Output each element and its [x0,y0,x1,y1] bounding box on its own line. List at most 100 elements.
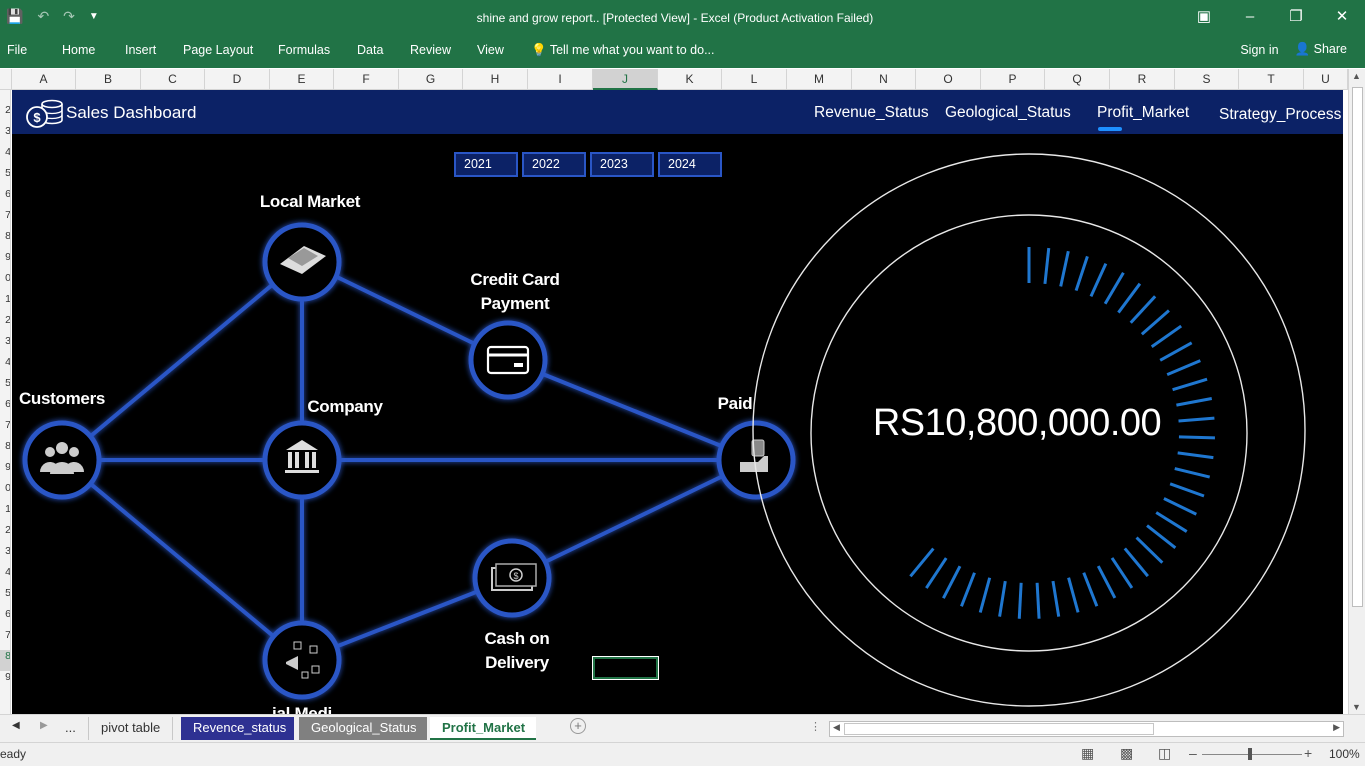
row-header[interactable]: 7 [0,629,10,650]
scroll-up-icon[interactable]: ▲ [1352,71,1361,81]
row-header[interactable]: 4 [0,146,10,167]
sheet-tab-profit-market[interactable]: Profit_Market [430,717,536,740]
gauge-tick [942,565,962,599]
scroll-left-icon[interactable]: ◀ [833,722,840,733]
row-header[interactable]: 7 [0,419,10,440]
gauge-tick [925,557,948,589]
hscroll-thumb[interactable] [844,723,1154,735]
node-social-media[interactable] [262,620,342,700]
row-header[interactable]: 9 [0,671,10,692]
tab-home[interactable]: Home [62,43,95,57]
sheet-tab-pivot-table[interactable]: pivot table [88,717,174,740]
active-cell[interactable] [592,656,659,680]
scroll-thumb[interactable] [1352,87,1363,607]
row-header[interactable]: 1 [0,503,10,524]
column-header[interactable]: H [463,69,528,90]
row-header[interactable]: 4 [0,356,10,377]
column-header[interactable]: Q [1045,69,1110,90]
gauge-tick [1089,262,1108,298]
tab-review[interactable]: Review [410,43,451,57]
column-header[interactable]: R [1110,69,1175,90]
row-header[interactable]: 2 [0,524,10,545]
column-header[interactable]: O [916,69,981,90]
add-sheet-icon[interactable]: + [570,718,586,734]
share-button[interactable]: 👤 Share [1295,42,1347,57]
tab-formulas[interactable]: Formulas [278,43,330,57]
column-header[interactable]: S [1175,69,1239,90]
row-header[interactable]: 9 [0,251,10,272]
zoom-level[interactable]: 100% [1329,747,1360,761]
row-header[interactable]: 2 [0,104,10,125]
row-header[interactable]: 6 [0,188,10,209]
column-header[interactable]: G [399,69,463,90]
select-all-corner[interactable] [0,69,12,90]
row-header[interactable]: 5 [0,587,10,608]
zoom-out-icon[interactable]: – [1189,745,1197,761]
column-header[interactable]: B [76,69,141,90]
row-header[interactable]: 5 [0,377,10,398]
tab-data[interactable]: Data [357,43,383,57]
sheet-tab-geological-status[interactable]: Geological_Status [299,717,427,740]
row-header[interactable]: 9 [0,461,10,482]
tell-me-box[interactable]: 💡 Tell me what you want to do... [531,43,715,58]
column-header[interactable]: A [12,69,76,90]
column-header[interactable]: K [658,69,722,90]
scroll-down-icon[interactable]: ▼ [1352,702,1361,712]
row-header[interactable]: 8 [0,230,10,251]
restore-icon[interactable]: ❐ [1273,0,1319,36]
row-header[interactable]: 0 [0,272,10,293]
column-header[interactable]: P [981,69,1045,90]
minimize-icon[interactable]: – [1227,0,1273,36]
more-sheets-button[interactable]: ... [65,720,76,735]
sign-in-link[interactable]: Sign in [1240,43,1278,57]
column-header-selected[interactable]: J [593,69,658,90]
column-header[interactable]: N [852,69,916,90]
row-header[interactable]: 5 [0,167,10,188]
node-company[interactable] [262,420,342,500]
node-paid[interactable] [716,420,796,500]
row-header[interactable]: 0 [0,482,10,503]
tab-view[interactable]: View [477,43,504,57]
column-header[interactable]: L [722,69,787,90]
zoom-slider-thumb[interactable] [1248,748,1252,760]
node-customers[interactable] [22,420,102,500]
column-header[interactable]: C [141,69,205,90]
row-header[interactable]: 3 [0,545,10,566]
row-header[interactable]: 4 [0,566,10,587]
zoom-slider[interactable] [1202,754,1302,755]
column-header[interactable]: T [1239,69,1304,90]
tab-file[interactable]: File [7,43,27,57]
row-header[interactable]: 7 [0,209,10,230]
column-header[interactable]: E [270,69,334,90]
column-header[interactable]: M [787,69,852,90]
row-header[interactable]: 6 [0,608,10,629]
normal-view-icon[interactable]: ▦ [1081,745,1094,762]
prev-sheet-icon[interactable]: ◀ [12,720,20,731]
scroll-right-icon[interactable]: ▶ [1333,722,1340,733]
page-break-view-icon[interactable]: ◫ [1158,745,1171,762]
gauge-tick [1177,451,1214,460]
tab-page-layout[interactable]: Page Layout [183,43,253,57]
horizontal-scrollbar[interactable]: ◀ ▶ [829,721,1344,737]
row-header[interactable]: 8 [0,650,10,671]
row-header[interactable]: 3 [0,335,10,356]
sheet-tab-revence-status[interactable]: Revence_status [181,717,294,740]
page-layout-view-icon[interactable]: ▩ [1120,745,1133,762]
tab-insert[interactable]: Insert [125,43,156,57]
row-header[interactable]: 8 [0,440,10,461]
tab-splitter-icon[interactable]: ⋮ [810,720,821,733]
next-sheet-icon[interactable]: ▶ [40,720,48,731]
column-header[interactable]: F [334,69,399,90]
zoom-in-icon[interactable]: + [1304,745,1312,761]
row-header[interactable]: 2 [0,314,10,335]
close-icon[interactable]: ✕ [1319,0,1365,36]
column-header[interactable]: I [528,69,593,90]
node-credit-card[interactable] [468,320,548,400]
row-header[interactable]: 6 [0,398,10,419]
row-header[interactable]: 3 [0,125,10,146]
row-header[interactable]: 1 [0,293,10,314]
column-header[interactable]: D [205,69,270,90]
vertical-scrollbar[interactable]: ▲ ▼ [1348,69,1365,714]
ribbon-display-icon[interactable]: ▣ [1181,0,1227,36]
column-header[interactable]: U [1304,69,1348,90]
